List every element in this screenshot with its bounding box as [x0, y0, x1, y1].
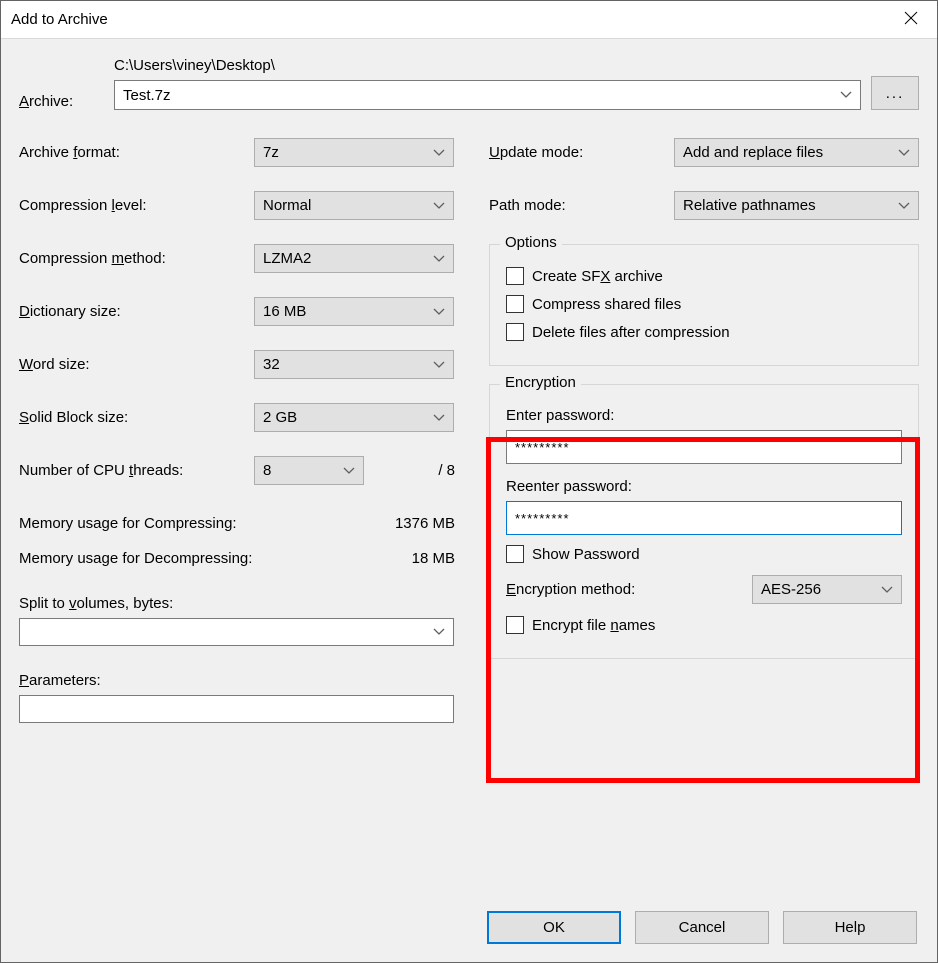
compress-shared-checkbox[interactable]: Compress shared files: [506, 295, 902, 313]
cpu-threads-dropdown[interactable]: 8: [254, 456, 364, 485]
parameters-input[interactable]: [19, 695, 454, 723]
compression-method-dropdown[interactable]: LZMA2: [254, 244, 454, 273]
cpu-threads-total: / 8: [374, 462, 459, 479]
chevron-down-icon: [898, 149, 910, 157]
solid-block-size-label: Solid Block size:: [19, 409, 254, 426]
archive-format-dropdown[interactable]: 7z: [254, 138, 454, 167]
encryption-group: Encryption Enter password: ********* Ree…: [489, 384, 919, 659]
chevron-down-icon: [433, 361, 445, 369]
cpu-threads-label: Number of CPU threads:: [19, 462, 254, 479]
archive-path-label: C:\Users\viney\Desktop\: [114, 57, 861, 76]
add-to-archive-dialog: Add to Archive C:\Users\viney\Desktop\ A…: [0, 0, 938, 963]
memory-compress-value: 1376 MB: [319, 515, 459, 532]
split-volumes-combobox[interactable]: [19, 618, 454, 646]
chevron-down-icon: [881, 586, 893, 594]
close-icon: [904, 11, 918, 29]
options-legend: Options: [500, 234, 562, 251]
reenter-password-label: Reenter password:: [506, 478, 902, 495]
encryption-method-label: Encryption method:: [506, 581, 752, 598]
dictionary-size-label: Dictionary size:: [19, 303, 254, 320]
word-size-dropdown[interactable]: 32: [254, 350, 454, 379]
checkbox-icon: [506, 323, 524, 341]
archive-filename-value: Test.7z: [123, 87, 171, 104]
update-mode-label: Update mode:: [489, 144, 674, 161]
help-button[interactable]: Help: [783, 911, 917, 944]
chevron-down-icon: [433, 308, 445, 316]
chevron-down-icon: [898, 202, 910, 210]
checkbox-icon: [506, 295, 524, 313]
path-mode-dropdown[interactable]: Relative pathnames: [674, 191, 919, 220]
titlebar: Add to Archive: [1, 1, 937, 39]
split-volumes-label: Split to volumes, bytes:: [19, 595, 459, 612]
archive-format-label: Archive format:: [19, 144, 254, 161]
checkbox-icon: [506, 267, 524, 285]
archive-filename-combobox[interactable]: Test.7z: [114, 80, 861, 110]
browse-button[interactable]: ...: [871, 76, 919, 110]
enter-password-label: Enter password:: [506, 407, 902, 424]
update-mode-dropdown[interactable]: Add and replace files: [674, 138, 919, 167]
create-sfx-checkbox[interactable]: Create SFX archive: [506, 267, 902, 285]
checkbox-icon: [506, 616, 524, 634]
chevron-down-icon: [433, 628, 445, 636]
ok-button[interactable]: OK: [487, 911, 621, 944]
dialog-buttons: OK Cancel Help: [19, 903, 919, 950]
chevron-down-icon: [840, 91, 852, 99]
enter-password-input[interactable]: *********: [506, 430, 902, 464]
left-column: Archive format: 7z Compression level: No…: [19, 138, 459, 723]
compression-level-dropdown[interactable]: Normal: [254, 191, 454, 220]
chevron-down-icon: [433, 414, 445, 422]
compression-method-label: Compression method:: [19, 250, 254, 267]
options-group: Options Create SFX archive Compress shar…: [489, 244, 919, 366]
solid-block-size-dropdown[interactable]: 2 GB: [254, 403, 454, 432]
chevron-down-icon: [433, 202, 445, 210]
dictionary-size-dropdown[interactable]: 16 MB: [254, 297, 454, 326]
encrypt-filenames-checkbox[interactable]: Encrypt file names: [506, 616, 902, 634]
reenter-password-input[interactable]: *********: [506, 501, 902, 535]
path-mode-label: Path mode:: [489, 197, 674, 214]
close-button[interactable]: [885, 1, 937, 39]
encryption-method-dropdown[interactable]: AES-256: [752, 575, 902, 604]
archive-label: Archive:: [19, 93, 104, 110]
delete-after-checkbox[interactable]: Delete files after compression: [506, 323, 902, 341]
compression-level-label: Compression level:: [19, 197, 254, 214]
checkbox-icon: [506, 545, 524, 563]
show-password-checkbox[interactable]: Show Password: [506, 545, 902, 563]
memory-decompress-label: Memory usage for Decompressing:: [19, 550, 319, 567]
parameters-label: Parameters:: [19, 672, 459, 689]
right-column: Update mode: Add and replace files Path …: [489, 138, 919, 677]
chevron-down-icon: [343, 467, 355, 475]
encryption-legend: Encryption: [500, 374, 581, 391]
window-title: Add to Archive: [11, 11, 885, 28]
cancel-button[interactable]: Cancel: [635, 911, 769, 944]
memory-decompress-value: 18 MB: [319, 550, 459, 567]
word-size-label: Word size:: [19, 356, 254, 373]
chevron-down-icon: [433, 149, 445, 157]
memory-compress-label: Memory usage for Compressing:: [19, 515, 319, 532]
chevron-down-icon: [433, 255, 445, 263]
